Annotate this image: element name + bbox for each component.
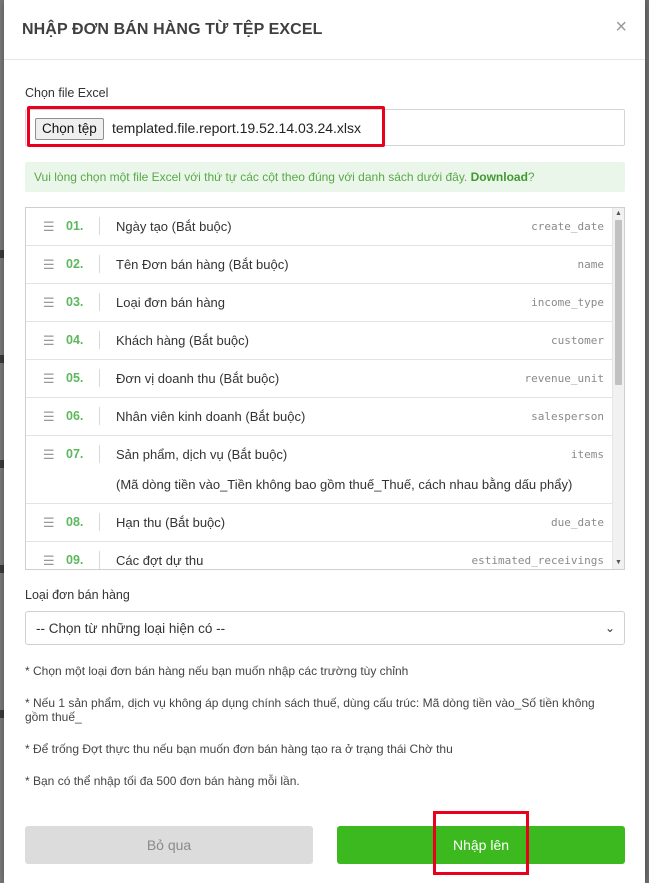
chevron-down-icon: ⌄	[604, 621, 615, 635]
alert-text: Vui lòng chọn một file Excel với thứ tự …	[34, 170, 471, 184]
divider	[99, 407, 100, 425]
column-row[interactable]: ☰ 07. Sản phẩm, dịch vụ (Bắt buộc) (Mã dòng…	[26, 436, 613, 504]
column-key: revenue_unit	[524, 372, 604, 385]
drag-handle-icon[interactable]: ☰	[43, 219, 55, 235]
income-type-select[interactable]: -- Chọn từ những loại hiện có -- ⌄	[25, 611, 625, 645]
column-row[interactable]: ☰ 01. Ngày tạo (Bắt buộc) create_date	[26, 208, 613, 246]
income-type-selected: -- Chọn từ những loại hiện có --	[36, 621, 226, 636]
column-row[interactable]: ☰ 03. Loại đơn bán hàng income_type	[26, 284, 613, 322]
info-alert: Vui lòng chọn một file Excel với thứ tự …	[25, 162, 625, 192]
column-key: name	[577, 258, 605, 271]
column-key: income_type	[531, 296, 604, 309]
income-type-label: Loại đơn bán hàng	[25, 588, 130, 602]
drag-handle-icon[interactable]: ☰	[43, 333, 55, 349]
scroll-thumb[interactable]	[615, 220, 622, 385]
drag-handle-icon[interactable]: ☰	[43, 515, 55, 531]
scroll-up-icon[interactable]: ▲	[615, 210, 622, 218]
column-row[interactable]: ☰ 09. Các đợt dự thu estimated_receivings	[26, 542, 613, 569]
column-row[interactable]: ☰ 02. Tên Đơn bán hàng (Bắt buộc) name	[26, 246, 613, 284]
column-number: 05.	[66, 371, 84, 385]
column-name: Khách hàng (Bắt buộc)	[116, 333, 249, 348]
drag-handle-icon[interactable]: ☰	[43, 553, 55, 569]
column-number: 09.	[66, 553, 84, 567]
file-label: Chọn file Excel	[25, 86, 109, 100]
note-line: * Bạn có thể nhập tối đa 500 đơn bán hàn…	[25, 774, 300, 788]
scrollbar[interactable]: ▲ ▼	[612, 208, 624, 569]
import-modal: NHẬP ĐƠN BÁN HÀNG TỪ TỆP EXCEL × Chọn fi…	[4, 0, 645, 883]
column-note: (Mã dòng tiền vào_Tiền không bao gồm thu…	[116, 477, 573, 492]
cancel-button[interactable]: Bỏ qua	[25, 826, 313, 864]
drag-handle-icon[interactable]: ☰	[43, 447, 55, 463]
divider	[99, 217, 100, 235]
column-key: items	[570, 448, 604, 461]
column-row[interactable]: ☰ 04. Khách hàng (Bắt buộc) customer	[26, 322, 613, 360]
download-link[interactable]: Download	[471, 170, 528, 184]
column-name: Hạn thu (Bắt buộc)	[116, 515, 226, 530]
column-number: 06.	[66, 409, 84, 423]
column-list: ☰ 01. Ngày tạo (Bắt buộc) create_date ☰ 02. Tê…	[25, 207, 625, 570]
column-number: 01.	[66, 219, 84, 233]
modal-title: NHẬP ĐƠN BÁN HÀNG TỪ TỆP EXCEL	[22, 21, 323, 38]
note-line: * Để trống Đợt thực thu nếu bạn muốn đơn…	[25, 742, 453, 756]
file-input[interactable]: Chọn tệp templated.file.report.19.52.14.…	[25, 109, 625, 146]
choose-file-button[interactable]: Chọn tệp	[35, 118, 104, 140]
column-key: customer	[551, 334, 604, 347]
column-name: Nhân viên kinh doanh (Bắt buộc)	[116, 409, 306, 424]
alert-suffix: ?	[527, 170, 535, 184]
note-line: * Chọn một loại đơn bán hàng nếu bạn muố…	[25, 664, 409, 678]
close-icon[interactable]: ×	[615, 17, 627, 37]
column-number: 02.	[66, 257, 84, 271]
column-name: Ngày tạo (Bắt buộc)	[116, 219, 232, 234]
note-line: * Nếu 1 sản phẩm, dịch vụ không áp dụng …	[25, 696, 595, 724]
column-name: Đơn vị doanh thu (Bắt buộc)	[116, 371, 280, 386]
divider	[99, 445, 100, 463]
scroll-down-icon[interactable]: ▼	[615, 559, 622, 567]
column-number: 03.	[66, 295, 84, 309]
divider	[99, 331, 100, 349]
column-number: 08.	[66, 515, 84, 529]
column-name: Loại đơn bán hàng	[116, 295, 226, 310]
drag-handle-icon[interactable]: ☰	[43, 409, 55, 425]
column-name: Sản phẩm, dịch vụ (Bắt buộc)	[116, 447, 288, 462]
column-row[interactable]: ☰ 06. Nhân viên kinh doanh (Bắt buộc) sales…	[26, 398, 613, 436]
divider	[99, 551, 100, 569]
column-row[interactable]: ☰ 08. Hạn thu (Bắt buộc) due_date	[26, 504, 613, 542]
drag-handle-icon[interactable]: ☰	[43, 257, 55, 273]
column-number: 04.	[66, 333, 84, 347]
column-name: Các đợt dự thu	[116, 553, 204, 568]
column-key: due_date	[551, 516, 604, 529]
column-number: 07.	[66, 447, 84, 461]
submit-button[interactable]: Nhập lên	[337, 826, 625, 864]
divider	[99, 369, 100, 387]
column-key: salesperson	[531, 410, 604, 423]
divider	[99, 255, 100, 273]
column-key: create_date	[531, 220, 604, 233]
file-name: templated.file.report.19.52.14.03.24.xls…	[112, 120, 362, 136]
modal-header: NHẬP ĐƠN BÁN HÀNG TỪ TỆP EXCEL ×	[4, 0, 645, 60]
divider	[99, 293, 100, 311]
column-row[interactable]: ☰ 05. Đơn vị doanh thu (Bắt buộc) revenue_u…	[26, 360, 613, 398]
drag-handle-icon[interactable]: ☰	[43, 295, 55, 311]
column-key: estimated_receivings	[471, 554, 604, 567]
column-name: Tên Đơn bán hàng (Bắt buộc)	[116, 257, 289, 272]
drag-handle-icon[interactable]: ☰	[43, 371, 55, 387]
divider	[99, 513, 100, 531]
